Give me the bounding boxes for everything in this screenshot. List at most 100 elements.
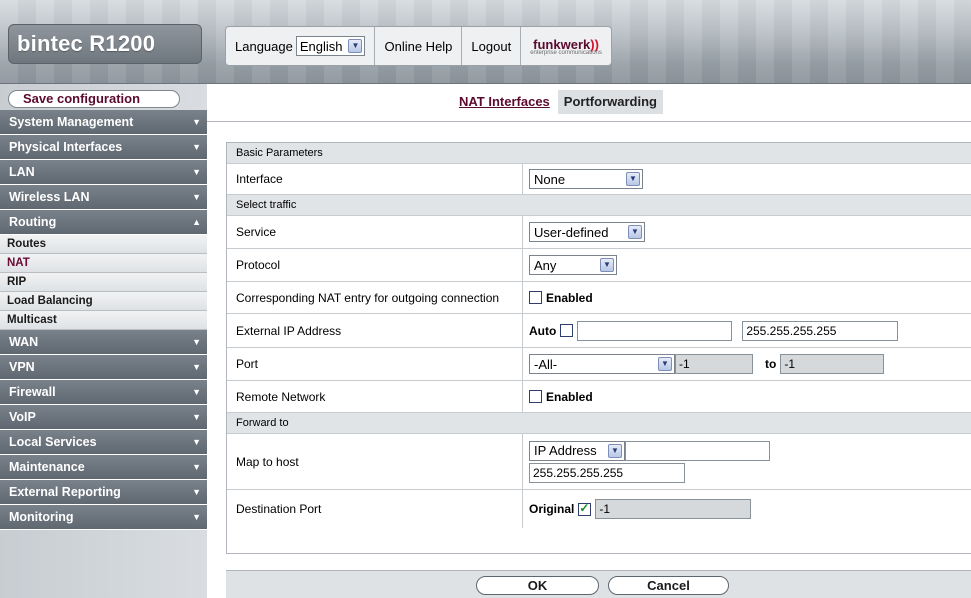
online-help-label: Online Help — [384, 38, 453, 54]
chevron-down-icon: ▼ — [628, 225, 642, 239]
sidebar-item-system-management[interactable]: System Management ▼ — [0, 110, 207, 135]
chevron-down-icon: ▼ — [600, 258, 614, 272]
sidebar-item-routing[interactable]: Routing ▲ — [0, 210, 207, 235]
sidebar-item-label: VPN — [9, 360, 35, 374]
row-external-ip: External IP Address Auto 255.255.255.255 — [227, 314, 971, 348]
row-interface: Interface None ▼ — [227, 164, 971, 195]
service-select-value: User-defined — [534, 224, 609, 240]
sidebar-item-maintenance[interactable]: Maintenance ▼ — [0, 455, 207, 480]
port-to-label: to — [765, 357, 777, 371]
section-basic-parameters: Basic Parameters — [227, 143, 971, 164]
top-toolbar: Language English ▼ Online Help Logout fu… — [225, 26, 612, 66]
routing-submenu: Routes NAT RIP Load Balancing Multicast — [0, 235, 207, 330]
row-protocol: Protocol Any ▼ — [227, 249, 971, 282]
tabs: NAT Interfaces Portforwarding — [453, 90, 663, 114]
chevron-down-icon: ▼ — [192, 487, 201, 497]
row-corresponding-nat: Corresponding NAT entry for outgoing con… — [227, 282, 971, 314]
protocol-select-value: Any — [534, 257, 557, 273]
destination-port-input[interactable]: -1 — [595, 499, 752, 519]
service-value-cell: User-defined ▼ — [523, 216, 971, 248]
tab-bar: NAT Interfaces Portforwarding — [207, 84, 971, 122]
port-select[interactable]: -All- ▼ — [529, 354, 675, 374]
row-destination-port: Destination Port Original -1 — [227, 490, 971, 528]
sidebar-item-label: WAN — [9, 335, 39, 349]
corresponding-nat-checkbox[interactable] — [529, 291, 542, 304]
language-section: Language English ▼ — [226, 27, 376, 65]
remote-network-enabled-label: Enabled — [546, 389, 593, 404]
service-select[interactable]: User-defined ▼ — [529, 222, 645, 242]
sidebar-item-local-services[interactable]: Local Services ▼ — [0, 430, 207, 455]
interface-value-cell: None ▼ — [523, 164, 971, 194]
map-to-host-select[interactable]: IP Address ▼ — [529, 440, 625, 461]
chevron-down-icon: ▼ — [658, 357, 672, 371]
external-mask-input[interactable]: 255.255.255.255 — [742, 320, 899, 341]
map-to-host-value-cell: IP Address ▼ 255.255.255.255 — [523, 434, 971, 489]
portforwarding-form: Basic Parameters Interface None ▼ Select… — [226, 142, 971, 554]
chevron-up-icon: ▲ — [192, 217, 201, 227]
sidebar-item-label: Physical Interfaces — [9, 140, 123, 154]
chevron-down-icon: ▼ — [192, 387, 201, 397]
chevron-down-icon: ▼ — [192, 512, 201, 522]
sidebar-item-wireless-lan[interactable]: Wireless LAN ▼ — [0, 185, 207, 210]
sidebar: Save configuration System Management ▼ Ph… — [0, 84, 207, 598]
destination-port-label: Destination Port — [227, 490, 523, 528]
save-configuration-button[interactable]: Save configuration — [8, 90, 180, 108]
service-label: Service — [227, 216, 523, 248]
main-content: NAT Interfaces Portforwarding Basic Para… — [207, 84, 971, 598]
sidebar-item-label: Firewall — [9, 385, 56, 399]
cancel-button[interactable]: Cancel — [608, 576, 729, 595]
sidebar-subitem-rip[interactable]: RIP — [0, 273, 207, 292]
port-from-input[interactable]: -1 — [675, 354, 753, 374]
logout-link[interactable]: Logout — [462, 27, 522, 65]
original-checkbox[interactable] — [578, 501, 592, 516]
sidebar-item-label: Local Services — [9, 435, 97, 449]
section-select-traffic: Select traffic — [227, 195, 971, 216]
sidebar-item-monitoring[interactable]: Monitoring ▼ — [0, 505, 207, 530]
sidebar-item-label: Monitoring — [9, 510, 74, 524]
external-ip-input[interactable] — [577, 320, 733, 341]
sidebar-item-label: External Reporting — [9, 485, 121, 499]
protocol-value-cell: Any ▼ — [523, 249, 971, 281]
tab-portforwarding[interactable]: Portforwarding — [557, 90, 663, 114]
remote-network-checkbox[interactable] — [529, 390, 542, 403]
sidebar-item-voip[interactable]: VoIP ▼ — [0, 405, 207, 430]
external-ip-value-cell: Auto 255.255.255.255 — [523, 314, 971, 347]
port-label: Port — [227, 348, 523, 380]
sidebar-item-external-reporting[interactable]: External Reporting ▼ — [0, 480, 207, 505]
port-to-input[interactable]: -1 — [780, 354, 885, 374]
product-title: bintec R1200 — [8, 24, 202, 64]
interface-select[interactable]: None ▼ — [529, 169, 643, 189]
protocol-label: Protocol — [227, 249, 523, 281]
auto-checkbox[interactable] — [560, 324, 574, 337]
sidebar-subitem-load-balancing[interactable]: Load Balancing — [0, 292, 207, 311]
sidebar-item-label: Maintenance — [9, 460, 85, 474]
sidebar-item-vpn[interactable]: VPN ▼ — [0, 355, 207, 380]
tab-nat-interfaces[interactable]: NAT Interfaces — [453, 90, 556, 114]
auto-label: Auto — [529, 323, 557, 338]
protocol-select[interactable]: Any ▼ — [529, 255, 617, 275]
interface-label: Interface — [227, 164, 523, 194]
sidebar-item-physical-interfaces[interactable]: Physical Interfaces ▼ — [0, 135, 207, 160]
sidebar-item-wan[interactable]: WAN ▼ — [0, 330, 207, 355]
chevron-down-icon: ▼ — [192, 337, 201, 347]
map-to-host-mask-input[interactable]: 255.255.255.255 — [529, 462, 685, 483]
remote-network-label: Remote Network — [227, 381, 523, 412]
corresponding-nat-label: Corresponding NAT entry for outgoing con… — [227, 282, 523, 313]
sidebar-item-lan[interactable]: LAN ▼ — [0, 160, 207, 185]
ok-button[interactable]: OK — [476, 576, 599, 595]
map-to-host-ip-input[interactable] — [625, 440, 770, 461]
sidebar-item-firewall[interactable]: Firewall ▼ — [0, 380, 207, 405]
language-select[interactable]: English ▼ — [295, 36, 366, 56]
map-to-host-select-value: IP Address — [534, 443, 597, 458]
funkwerk-logo: funkwerk)) enterprise communications — [521, 27, 611, 65]
sidebar-subitem-routes[interactable]: Routes — [0, 235, 207, 254]
chevron-down-icon: ▼ — [348, 39, 363, 53]
sidebar-subitem-nat[interactable]: NAT — [0, 254, 207, 273]
sidebar-subitem-multicast[interactable]: Multicast — [0, 311, 207, 330]
chevron-down-icon: ▼ — [192, 362, 201, 372]
logo-subtitle: enterprise communications — [530, 49, 602, 56]
chevron-down-icon: ▼ — [192, 412, 201, 422]
external-ip-label: External IP Address — [227, 314, 523, 347]
online-help-link[interactable]: Online Help — [375, 27, 463, 65]
chevron-down-icon: ▼ — [192, 437, 201, 447]
